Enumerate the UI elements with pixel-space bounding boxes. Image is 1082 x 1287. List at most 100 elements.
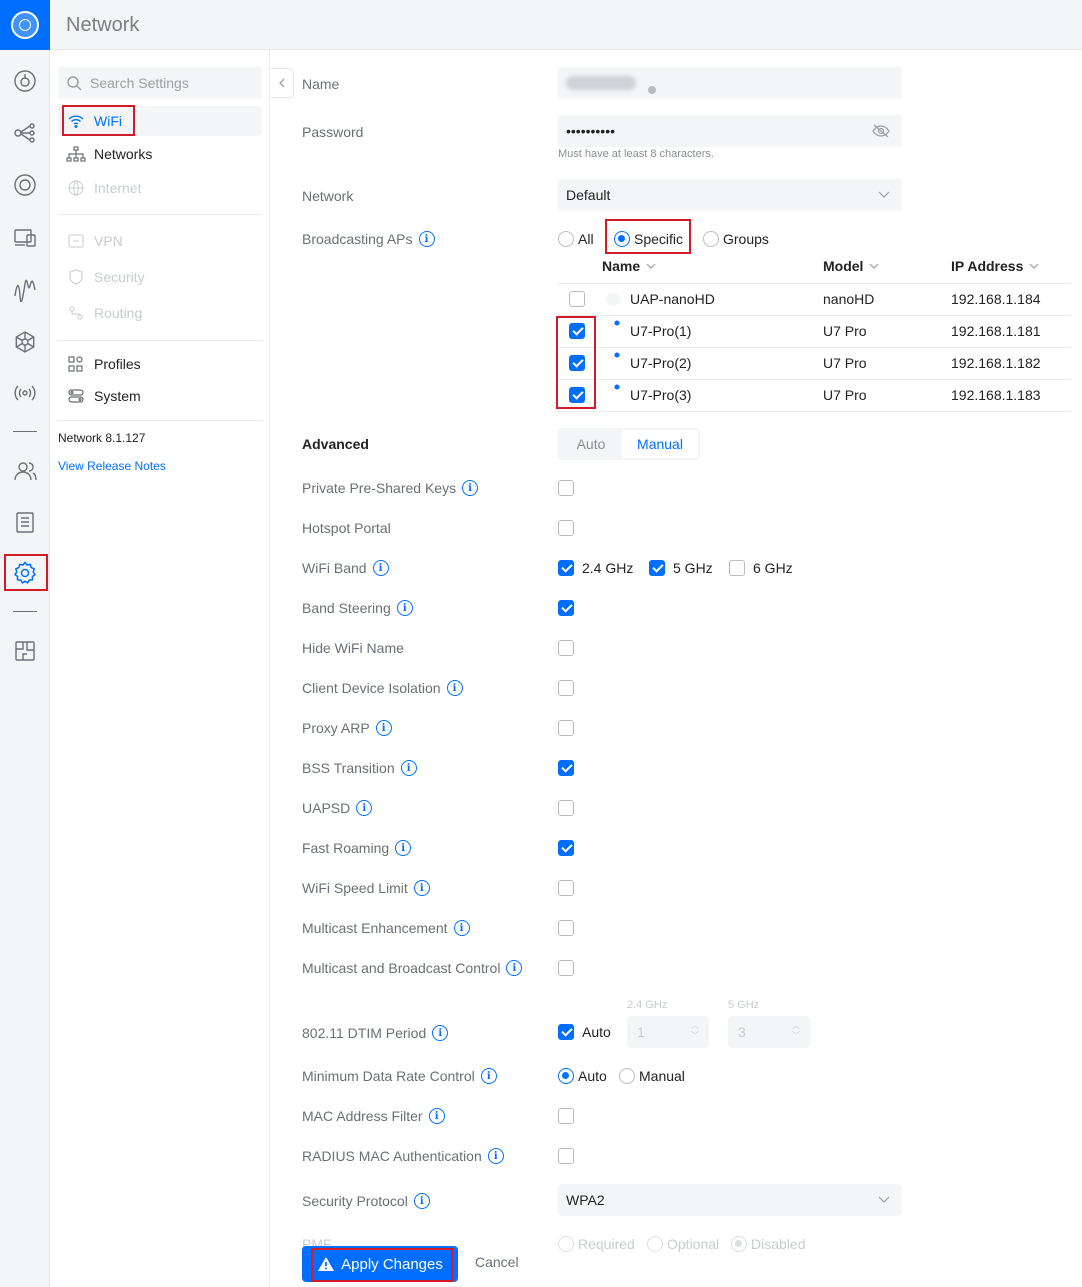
broadcast-groups-radio[interactable] [703, 231, 719, 247]
collapse-panel-button[interactable] [270, 68, 294, 98]
pmf-required-label: Required [578, 1236, 635, 1252]
band-24-checkbox[interactable] [558, 560, 574, 576]
nav-item-profiles[interactable]: Profiles [58, 349, 262, 379]
broadcast-groups-label: Groups [723, 231, 769, 247]
speed-limit-label: WiFi Speed Limit i [302, 880, 430, 896]
info-icon[interactable]: i [487, 1148, 504, 1164]
info-icon[interactable]: i [372, 560, 389, 576]
nav-item-vpn[interactable]: VPN [58, 226, 262, 256]
stepper-arrows-icon[interactable]: ︿ ﹀ [691, 1021, 699, 1041]
info-icon[interactable]: i [428, 1108, 445, 1124]
proxy-arp-label: Proxy ARP i [302, 720, 392, 736]
column-header-name[interactable]: Name [602, 258, 656, 274]
network-label: Network [302, 188, 354, 204]
logs-icon[interactable] [13, 510, 37, 534]
pmf-disabled-label: Disabled [751, 1236, 806, 1252]
search-box[interactable] [58, 67, 262, 99]
radio-icon[interactable] [13, 381, 37, 405]
chevron-down-icon [878, 1196, 890, 1203]
advanced-manual-button[interactable]: Manual [622, 430, 698, 458]
innerspace-icon[interactable] [13, 639, 37, 663]
dtim-auto-checkbox[interactable] [558, 1024, 574, 1040]
nav-label: Networks [94, 146, 153, 162]
pmf-required-radio[interactable] [558, 1236, 574, 1252]
info-icon[interactable]: i [395, 840, 412, 856]
cancel-button[interactable]: Cancel [475, 1254, 519, 1270]
info-icon[interactable]: i [453, 920, 470, 936]
dashboard-icon[interactable] [13, 69, 37, 93]
min-rate-manual-radio[interactable] [619, 1068, 635, 1084]
release-notes-link[interactable]: View Release Notes [58, 459, 166, 473]
name-field[interactable] [558, 67, 902, 99]
nav-item-system[interactable]: System [58, 381, 262, 411]
nav-label: Profiles [94, 356, 141, 372]
pmf-optional-radio[interactable] [647, 1236, 663, 1252]
ap-ip: 192.168.1.183 [951, 387, 1041, 403]
broadcast-all-radio[interactable] [558, 231, 574, 247]
info-icon[interactable]: i [413, 1193, 430, 1209]
mac-filter-checkbox[interactable] [558, 1108, 574, 1124]
dtim-label: 802.11 DTIM Period i [302, 1025, 449, 1041]
nav-item-security[interactable]: Security [58, 262, 262, 292]
security-protocol-select[interactable]: WPA2 [558, 1184, 902, 1216]
pmf-disabled-radio[interactable] [731, 1236, 747, 1252]
band-6-checkbox[interactable] [729, 560, 745, 576]
label-text: Multicast and Broadcast Control [302, 960, 501, 976]
hide-wifi-name-checkbox[interactable] [558, 640, 574, 656]
label-text: Proxy ARP [302, 720, 370, 736]
min-rate-auto-radio[interactable] [558, 1068, 574, 1084]
info-icon[interactable]: i [446, 680, 463, 696]
info-icon[interactable]: i [413, 880, 430, 896]
search-input[interactable] [90, 73, 250, 93]
wifi-band-label: WiFi Band i [302, 560, 389, 576]
multicast-control-checkbox[interactable] [558, 960, 574, 976]
label-text: BSS Transition [302, 760, 395, 776]
hotspot-checkbox[interactable] [558, 520, 574, 536]
proxy-arp-checkbox[interactable] [558, 720, 574, 736]
fast-roaming-checkbox[interactable] [558, 840, 574, 856]
speed-limit-checkbox[interactable] [558, 880, 574, 896]
multicast-enhancement-checkbox[interactable] [558, 920, 574, 936]
advanced-auto-button[interactable]: Auto [560, 430, 622, 458]
info-icon[interactable]: i [375, 720, 392, 736]
nav-item-internet[interactable]: Internet [58, 173, 262, 203]
info-icon[interactable]: i [418, 231, 435, 247]
nav-item-networks[interactable]: Networks [58, 139, 262, 169]
info-icon[interactable]: i [480, 1068, 497, 1084]
label-text: Minimum Data Rate Control [302, 1068, 475, 1084]
stepper-arrows-icon[interactable]: ︿ ﹀ [792, 1021, 800, 1041]
column-header-ip[interactable]: IP Address [951, 258, 1039, 274]
radius-mac-checkbox[interactable] [558, 1148, 574, 1164]
access-point-icon [614, 384, 620, 390]
dtim-24-stepper[interactable]: 1 ︿ ﹀ [627, 1016, 709, 1048]
info-icon[interactable]: i [396, 600, 413, 616]
label-text: WiFi Band [302, 560, 367, 576]
client-isolation-checkbox[interactable] [558, 680, 574, 696]
password-field[interactable]: •••••••••• [558, 115, 902, 147]
ap-row-checkbox[interactable] [569, 291, 585, 307]
ppsk-checkbox[interactable] [558, 480, 574, 496]
statistics-icon[interactable] [13, 278, 37, 303]
info-icon[interactable]: i [432, 1025, 449, 1041]
info-icon[interactable]: i [462, 480, 479, 496]
bss-transition-checkbox[interactable] [558, 760, 574, 776]
rail-divider [13, 431, 37, 432]
uapsd-checkbox[interactable] [558, 800, 574, 816]
column-header-model[interactable]: Model [823, 258, 879, 274]
eye-off-icon[interactable] [872, 124, 890, 138]
band-steering-checkbox[interactable] [558, 600, 574, 616]
band-5-checkbox[interactable] [649, 560, 665, 576]
nav-item-routing[interactable]: Routing [58, 298, 262, 328]
password-value: •••••••••• [566, 123, 616, 139]
network-select[interactable]: Default [558, 179, 902, 211]
info-icon[interactable]: i [400, 760, 417, 776]
integrations-icon[interactable] [13, 330, 37, 354]
users-icon[interactable] [13, 459, 37, 483]
dtim-5-stepper[interactable]: 3 ︿ ﹀ [728, 1016, 810, 1048]
client-devices-icon[interactable] [13, 226, 37, 250]
topology-icon[interactable] [13, 121, 37, 145]
info-icon[interactable]: i [356, 800, 373, 816]
devices-icon[interactable] [13, 173, 37, 197]
unifi-logo-icon[interactable] [0, 0, 50, 50]
info-icon[interactable]: i [506, 960, 523, 976]
